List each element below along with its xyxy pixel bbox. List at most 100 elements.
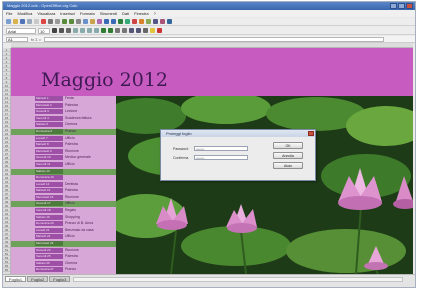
day-cell[interactable]: Giovedì 3 bbox=[35, 109, 63, 115]
event-cell[interactable]: Ufficio bbox=[65, 136, 115, 141]
bold-icon[interactable] bbox=[52, 28, 57, 33]
day-cell[interactable]: Martedì 1 bbox=[35, 96, 63, 101]
day-cell[interactable]: Domenica 6 bbox=[35, 128, 63, 134]
menu-item-window[interactable]: Finestra bbox=[134, 10, 148, 17]
gallery-icon[interactable] bbox=[153, 19, 158, 24]
list-item[interactable]: Venerdì 18 Regalo bbox=[11, 208, 116, 214]
menu-item-insert[interactable]: Inserisci bbox=[60, 10, 75, 17]
justify-icon[interactable] bbox=[94, 28, 99, 33]
function-wizard-icon[interactable]: fx Σ = bbox=[31, 37, 41, 42]
indent-decrease-icon[interactable] bbox=[129, 28, 134, 33]
day-cell[interactable]: Mercoledì 16 bbox=[35, 194, 63, 200]
list-item[interactable]: Martedì 22 Ufficio bbox=[11, 234, 116, 240]
close-window-button[interactable] bbox=[406, 3, 413, 9]
day-cell[interactable]: Sabato 5 bbox=[35, 122, 63, 128]
list-item[interactable]: Mercoledì 16 Riunione bbox=[11, 194, 116, 201]
day-cell[interactable]: Venerdì 25 bbox=[35, 254, 63, 260]
font-color-icon[interactable] bbox=[157, 28, 162, 33]
day-cell[interactable]: Giovedì 24 bbox=[35, 247, 63, 253]
list-item[interactable]: Lunedì 21 Benzinaio da casa bbox=[11, 227, 116, 234]
italic-icon[interactable] bbox=[59, 28, 64, 33]
event-cell[interactable]: Riunione bbox=[65, 195, 115, 200]
email-icon[interactable] bbox=[27, 19, 32, 24]
day-cell[interactable]: Mercoledì 23 bbox=[35, 241, 63, 247]
event-cell[interactable] bbox=[65, 169, 115, 174]
print-icon[interactable] bbox=[48, 19, 53, 24]
dialog-close-icon[interactable] bbox=[308, 131, 314, 136]
list-item[interactable]: Domenica 6 Pranzo bbox=[11, 128, 116, 135]
paste-icon[interactable] bbox=[90, 19, 95, 24]
day-cell[interactable]: Sabato 19 bbox=[35, 214, 63, 220]
day-cell[interactable]: Lunedì 21 bbox=[35, 227, 63, 233]
event-cell[interactable]: Pranzo bbox=[65, 129, 115, 134]
indent-increase-icon[interactable] bbox=[136, 28, 141, 33]
day-cell[interactable]: Domenica 13 bbox=[35, 175, 63, 181]
event-cell[interactable]: Palestra bbox=[65, 142, 115, 147]
horizontal-scrollbar[interactable] bbox=[73, 277, 403, 282]
row-header[interactable]: 56 bbox=[3, 268, 10, 272]
hyperlink-icon[interactable] bbox=[118, 19, 123, 24]
format-paintbrush-icon[interactable] bbox=[97, 19, 102, 24]
copy-icon[interactable] bbox=[83, 19, 88, 24]
underline-icon[interactable] bbox=[66, 28, 71, 33]
menu-item-edit[interactable]: Modifica bbox=[17, 10, 32, 17]
list-item[interactable]: Martedì 15 Palestra bbox=[11, 188, 116, 194]
decimal-remove-icon[interactable] bbox=[122, 28, 127, 33]
redo-icon[interactable] bbox=[111, 19, 116, 24]
day-cell[interactable]: Martedì 15 bbox=[35, 188, 63, 194]
event-cell[interactable]: Pranzo bbox=[65, 267, 115, 272]
list-item[interactable]: Mercoledì 2 Palestra bbox=[11, 102, 116, 109]
edit-file-icon[interactable] bbox=[34, 19, 39, 24]
list-item[interactable]: Lunedì 7 Ufficio bbox=[11, 135, 116, 142]
event-cell[interactable]: Cinema bbox=[65, 122, 115, 127]
event-cell[interactable]: Lezione bbox=[65, 109, 115, 114]
event-cell[interactable]: Dentista bbox=[65, 182, 115, 187]
list-item[interactable]: Domenica 27 Pranzo bbox=[11, 267, 116, 273]
event-cell[interactable]: Shopping bbox=[65, 215, 115, 220]
cut-icon[interactable] bbox=[76, 19, 81, 24]
menu-item-tools[interactable]: Strumenti bbox=[100, 10, 117, 17]
list-item[interactable]: Sabato 12 bbox=[11, 168, 116, 175]
day-cell[interactable]: Sabato 12 bbox=[35, 168, 63, 174]
list-item[interactable]: Lunedì 14 Dentista bbox=[11, 181, 116, 188]
sheet-tab-3[interactable]: Foglio3 bbox=[49, 276, 71, 282]
day-cell[interactable]: Mercoledì 9 bbox=[35, 148, 63, 154]
password-input[interactable]: •••••••• bbox=[194, 146, 248, 151]
maximize-button[interactable] bbox=[398, 3, 405, 9]
align-right-icon[interactable] bbox=[87, 28, 92, 33]
sort-descending-icon[interactable] bbox=[132, 19, 137, 24]
day-cell[interactable]: Domenica 20 bbox=[35, 221, 63, 227]
event-cell[interactable] bbox=[65, 175, 115, 180]
chart-icon[interactable] bbox=[139, 19, 144, 24]
menu-item-help[interactable]: ? bbox=[154, 10, 156, 17]
minimize-button[interactable] bbox=[390, 3, 397, 9]
day-cell[interactable]: Venerdì 18 bbox=[35, 208, 63, 214]
event-cell[interactable]: Palestra bbox=[65, 103, 115, 108]
event-cell[interactable]: Ufficio bbox=[65, 201, 115, 206]
day-cell[interactable]: Giovedì 17 bbox=[35, 201, 63, 207]
day-cell[interactable]: Martedì 8 bbox=[35, 142, 63, 148]
event-cell[interactable]: Medico generale bbox=[65, 155, 115, 160]
help-icon[interactable] bbox=[167, 19, 172, 24]
event-cell[interactable]: Pranzo di B. Anna bbox=[65, 221, 115, 226]
menu-item-data[interactable]: Dati bbox=[122, 10, 129, 17]
sort-ascending-icon[interactable] bbox=[125, 19, 130, 24]
list-item[interactable]: Domenica 20 Pranzo di B. Anna bbox=[11, 221, 116, 227]
list-item[interactable]: Giovedì 17 Ufficio bbox=[11, 201, 116, 208]
day-cell[interactable]: Sabato 26 bbox=[35, 260, 63, 266]
day-cell[interactable]: Venerdì 4 bbox=[35, 115, 63, 121]
ok-button[interactable]: OK bbox=[273, 142, 303, 149]
event-cell[interactable]: Festa bbox=[65, 96, 115, 101]
menu-item-format[interactable]: Formato bbox=[80, 10, 95, 17]
list-item[interactable]: Mercoledì 23 bbox=[11, 241, 116, 248]
page-preview-icon[interactable] bbox=[55, 19, 60, 24]
event-cell[interactable]: Riunione bbox=[65, 149, 115, 154]
background-color-icon[interactable] bbox=[150, 28, 155, 33]
list-item[interactable]: Sabato 5 Cinema bbox=[11, 122, 116, 128]
open-folder-icon[interactable] bbox=[13, 19, 18, 24]
list-item[interactable]: Giovedì 3 Lezione bbox=[11, 109, 116, 115]
event-cell[interactable]: Palestra bbox=[65, 254, 115, 259]
font-name-select[interactable]: Arial bbox=[6, 27, 36, 34]
day-cell[interactable]: Mercoledì 2 bbox=[35, 102, 63, 108]
cancel-button[interactable]: Annulla bbox=[273, 152, 303, 159]
